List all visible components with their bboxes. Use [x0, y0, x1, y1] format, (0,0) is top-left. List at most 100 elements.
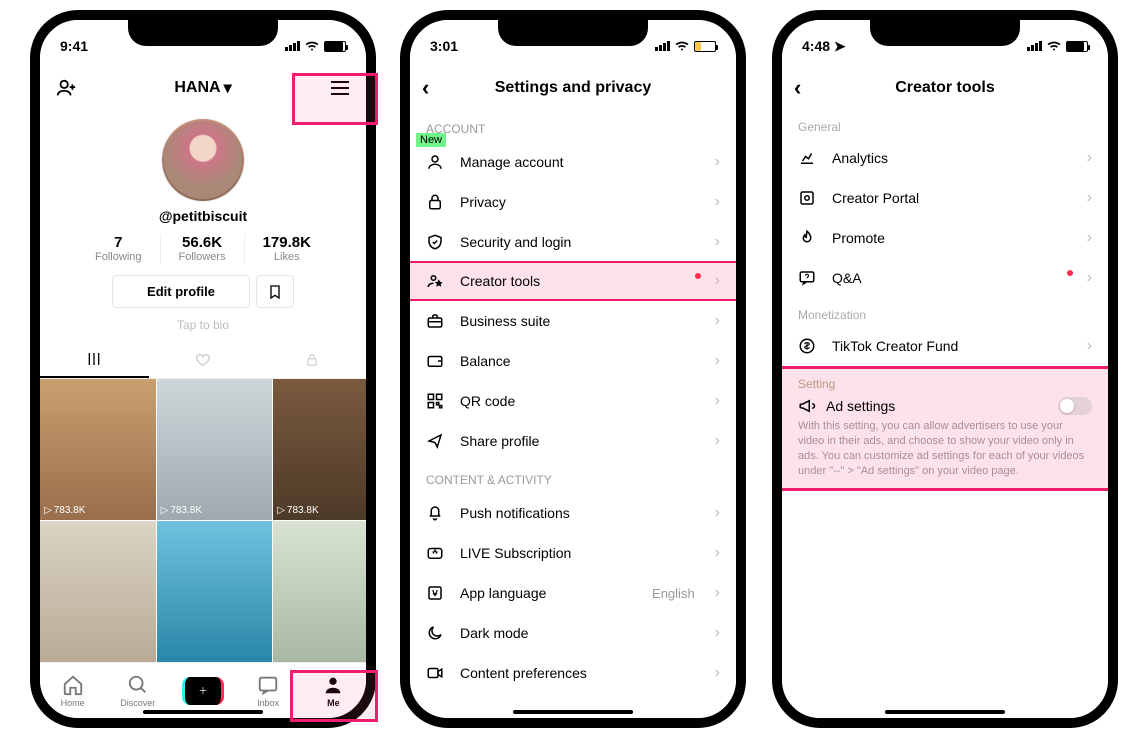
chart-icon	[798, 149, 818, 167]
profile-screen: 9:41 HANA▾ @petitbiscuit 7Following 56.6…	[30, 10, 376, 728]
briefcase-icon	[426, 312, 446, 330]
wifi-icon	[1046, 41, 1062, 52]
username: @petitbiscuit	[40, 208, 366, 224]
chevron-right-icon: ›	[715, 392, 720, 410]
profile-header: HANA▾	[40, 66, 366, 110]
nav-home[interactable]: Home	[48, 674, 98, 708]
add-user-icon[interactable]	[54, 76, 78, 100]
creator-row-analytics[interactable]: Analytics›	[782, 138, 1108, 178]
row-label: Promote	[832, 230, 1073, 246]
creator-row-tiktok-creator-fund[interactable]: TikTok Creator Fund›	[782, 326, 1108, 366]
settings-row-creator-tools[interactable]: Creator tools›	[410, 261, 736, 301]
nav-me[interactable]: Me	[308, 674, 358, 708]
settings-row-privacy[interactable]: Privacy ›	[410, 182, 736, 222]
nav-create[interactable]: ＋	[178, 677, 228, 705]
settings-row-balance[interactable]: Balance ›	[410, 341, 736, 381]
row-label: Q&A	[832, 270, 1061, 286]
chevron-right-icon: ›	[715, 544, 720, 562]
dollar-icon	[798, 337, 818, 355]
status-time: 3:01	[430, 38, 458, 54]
settings-row-content-preferences[interactable]: Content preferences›	[410, 653, 736, 693]
page-title: Creator tools	[895, 79, 995, 97]
settings-row-dark-mode[interactable]: Dark mode›	[410, 613, 736, 653]
settings-row-live-subscription[interactable]: LIVE Subscription ›	[410, 533, 736, 573]
row-label: Privacy	[460, 194, 701, 210]
video-thumb[interactable]: ▷ 783.8K	[40, 379, 156, 520]
signal-icon	[1027, 41, 1042, 51]
settings-row-security-and-login[interactable]: Security and login›	[410, 222, 736, 262]
creator-tools-screen: 4:48 ➤ ‹ Creator tools General Analytics…	[772, 10, 1118, 728]
settings-row-business-suite[interactable]: Business suite›	[410, 301, 736, 341]
notification-dot	[695, 273, 701, 279]
ad-settings-toggle[interactable]	[1058, 397, 1092, 415]
ad-settings-description: With this setting, you can allow adverti…	[798, 419, 1092, 478]
chevron-right-icon: ›	[715, 432, 720, 450]
stat-following[interactable]: 7Following	[77, 234, 159, 263]
view-count: ▷ 783.8K	[277, 505, 318, 516]
row-label: TikTok Creator Fund	[832, 338, 1073, 354]
back-icon[interactable]: ‹	[422, 75, 429, 101]
video-thumb[interactable]	[157, 521, 273, 662]
notch	[870, 20, 1020, 46]
chevron-right-icon: ›	[715, 312, 720, 330]
lang-icon	[426, 584, 446, 602]
menu-icon[interactable]	[328, 76, 352, 100]
bell-icon	[426, 504, 446, 522]
settings-row-manage-account[interactable]: Manage account›	[410, 142, 736, 182]
chevron-right-icon: ›	[715, 193, 720, 211]
fire-icon	[798, 229, 818, 247]
creator-row-promote[interactable]: Promote›	[782, 218, 1108, 258]
settings-row-share-profile[interactable]: Share profile ›	[410, 421, 736, 461]
section-account: ACCOUNT	[410, 110, 736, 142]
row-label: Balance	[460, 353, 701, 369]
battery-icon	[324, 41, 346, 52]
nav-header: ‹ Settings and privacy	[410, 66, 736, 110]
video-grid: ▷ 783.8K ▷ 783.8K ▷ 783.8K	[40, 379, 366, 662]
ad-settings-panel: Setting Ad settings With this setting, y…	[782, 366, 1108, 491]
settings-row-push-notifications[interactable]: Push notifications›	[410, 493, 736, 533]
row-label: Share profile	[460, 433, 701, 449]
stat-followers[interactable]: 56.6KFollowers	[160, 234, 244, 263]
content-tabs	[40, 342, 366, 379]
video-thumb[interactable]	[40, 521, 156, 662]
creator-row-creator-portal[interactable]: Creator Portal›	[782, 178, 1108, 218]
creator-row-q-a[interactable]: Q&A›	[782, 258, 1108, 298]
view-count: ▷ 783.8K	[161, 505, 202, 516]
nav-header: ‹ Creator tools	[782, 66, 1108, 110]
home-indicator	[513, 710, 633, 714]
chevron-right-icon: ›	[715, 584, 720, 602]
chevron-down-icon: ▾	[224, 78, 232, 98]
chevron-right-icon: ›	[715, 352, 720, 370]
location-icon: ➤	[834, 38, 846, 54]
bio-prompt[interactable]: Tap to bio	[40, 318, 366, 332]
tab-private[interactable]	[257, 342, 366, 378]
stat-likes[interactable]: 179.8KLikes	[244, 234, 329, 263]
tab-liked[interactable]	[149, 342, 258, 378]
video-thumb[interactable]	[273, 521, 366, 662]
notification-dot	[1067, 270, 1073, 276]
page-title: Settings and privacy	[495, 79, 652, 97]
nav-inbox[interactable]: Inbox	[243, 674, 293, 708]
back-icon[interactable]: ‹	[794, 75, 801, 101]
row-label: Dark mode	[460, 625, 701, 641]
tab-grid[interactable]	[40, 342, 149, 378]
qr-icon	[426, 392, 446, 410]
profile-title[interactable]: HANA▾	[174, 78, 231, 98]
row-label: Push notifications	[460, 505, 701, 521]
bookmark-button[interactable]	[256, 275, 294, 308]
edit-profile-button[interactable]: Edit profile	[112, 275, 250, 308]
video-thumb[interactable]: ▷ 783.8K	[157, 379, 273, 520]
signal-icon	[285, 41, 300, 51]
settings-row-app-language[interactable]: App languageEnglish›	[410, 573, 736, 613]
view-count: ▷ 783.8K	[44, 505, 85, 516]
section-general: General	[782, 110, 1108, 138]
avatar[interactable]	[161, 118, 245, 202]
settings-row-qr-code[interactable]: QR code›	[410, 381, 736, 421]
row-value: English	[652, 586, 695, 601]
video-thumb[interactable]: ▷ 783.8K	[273, 379, 366, 520]
nav-discover[interactable]: Discover	[113, 674, 163, 708]
plus-icon: ＋	[182, 677, 224, 705]
chevron-right-icon: ›	[715, 233, 720, 251]
stats-row: 7Following 56.6KFollowers 179.8KLikes	[40, 234, 366, 263]
row-label: LIVE Subscription	[460, 545, 701, 561]
